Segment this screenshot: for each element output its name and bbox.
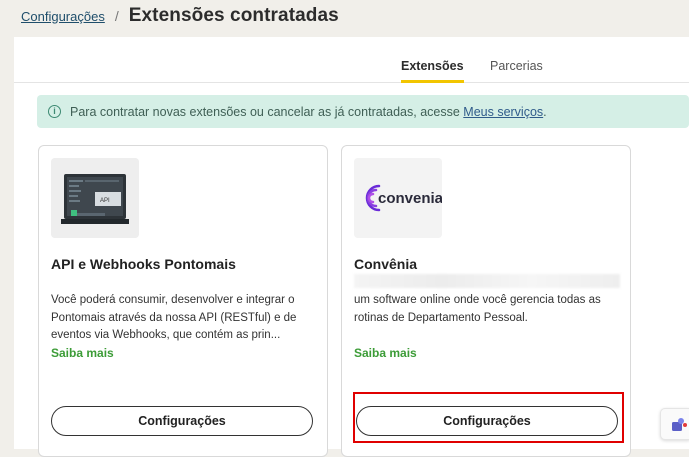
chat-widget-icon[interactable] [660, 408, 689, 440]
card-description: Você poderá consumir, desenvolver e inte… [51, 294, 297, 341]
convenia-logo: convenia [354, 158, 442, 238]
content-panel: Extensões Parcerias i Para contratar nov… [14, 37, 689, 457]
card-title: Convênia [354, 256, 418, 272]
card-description: um software online onde você gerencia to… [354, 294, 601, 324]
breadcrumb-separator: / [114, 8, 119, 24]
saiba-mais-link[interactable]: Saiba mais [51, 346, 114, 360]
breadcrumb: Configurações / Extensões contratadas [21, 4, 339, 28]
tab-bar: Extensões Parcerias [14, 37, 689, 83]
saiba-mais-link[interactable]: Saiba mais [354, 346, 417, 360]
highlight-box [353, 392, 624, 443]
api-logo-label: API [100, 198, 110, 204]
meus-servicos-link[interactable]: Meus serviços [463, 105, 543, 119]
info-alert: i Para contratar novas extensões ou canc… [37, 95, 689, 128]
convenia-wordmark: convenia [378, 190, 442, 207]
api-screen-icon: API [51, 158, 139, 238]
alert-message: Para contratar novas extensões ou cancel… [70, 104, 464, 119]
blurred-text [354, 274, 620, 288]
page-title: Extensões contratadas [128, 5, 339, 26]
configuracoes-button[interactable]: Configurações [51, 406, 313, 436]
card-title: API e Webhooks Pontomais [51, 256, 236, 272]
info-icon: i [48, 105, 61, 118]
extension-card-api: API API e Webhooks Pontomais Você poderá… [38, 145, 328, 457]
breadcrumb-configuracoes-link[interactable]: Configurações [21, 9, 105, 24]
alert-text: Para contratar novas extensões ou cancel… [70, 105, 547, 119]
alert-suffix: . [543, 104, 547, 119]
tab-parcerias[interactable]: Parcerias [490, 59, 543, 80]
tab-extensoes[interactable]: Extensões [401, 59, 464, 83]
